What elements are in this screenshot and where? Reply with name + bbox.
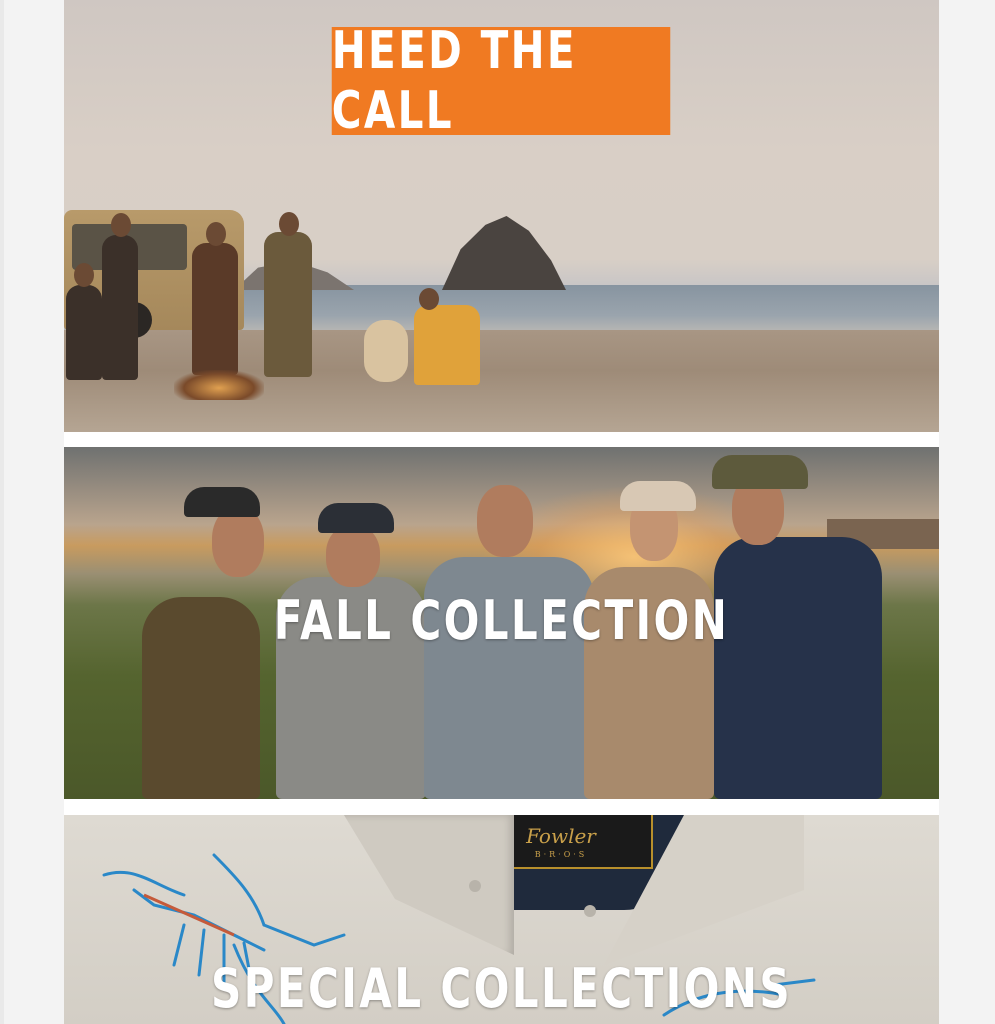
special-collections-banner[interactable]: Fowler B·R·O·S SPECIAL COLLECTIONS <box>64 815 939 1024</box>
hero-banner[interactable]: HEED THE CALL <box>64 0 939 432</box>
hero-person <box>414 305 480 385</box>
email-content: HEED THE CALL FALL COLLECTION Fowler B·R… <box>64 0 939 1024</box>
fall-collection-banner[interactable]: FALL COLLECTION <box>64 447 939 799</box>
heed-the-call-button[interactable]: HEED THE CALL <box>331 21 671 141</box>
special-collections-title[interactable]: SPECIAL COLLECTIONS <box>160 957 843 1020</box>
hero-person <box>192 243 238 375</box>
shirt-button <box>584 905 596 917</box>
person-5 <box>714 537 882 799</box>
brand-label-text: Fowler <box>526 823 596 848</box>
hero-person <box>102 235 138 380</box>
haystack-rock <box>442 216 566 290</box>
fall-collection-title[interactable]: FALL COLLECTION <box>160 589 843 652</box>
brand-label-sub: B·R·O·S <box>534 849 588 859</box>
shirt-button <box>469 880 481 892</box>
dog <box>364 320 408 382</box>
hero-person <box>264 232 312 377</box>
shirt-collar-left <box>344 815 514 955</box>
campfire <box>174 370 264 400</box>
page-edge <box>0 0 4 1024</box>
hero-person <box>66 285 102 380</box>
